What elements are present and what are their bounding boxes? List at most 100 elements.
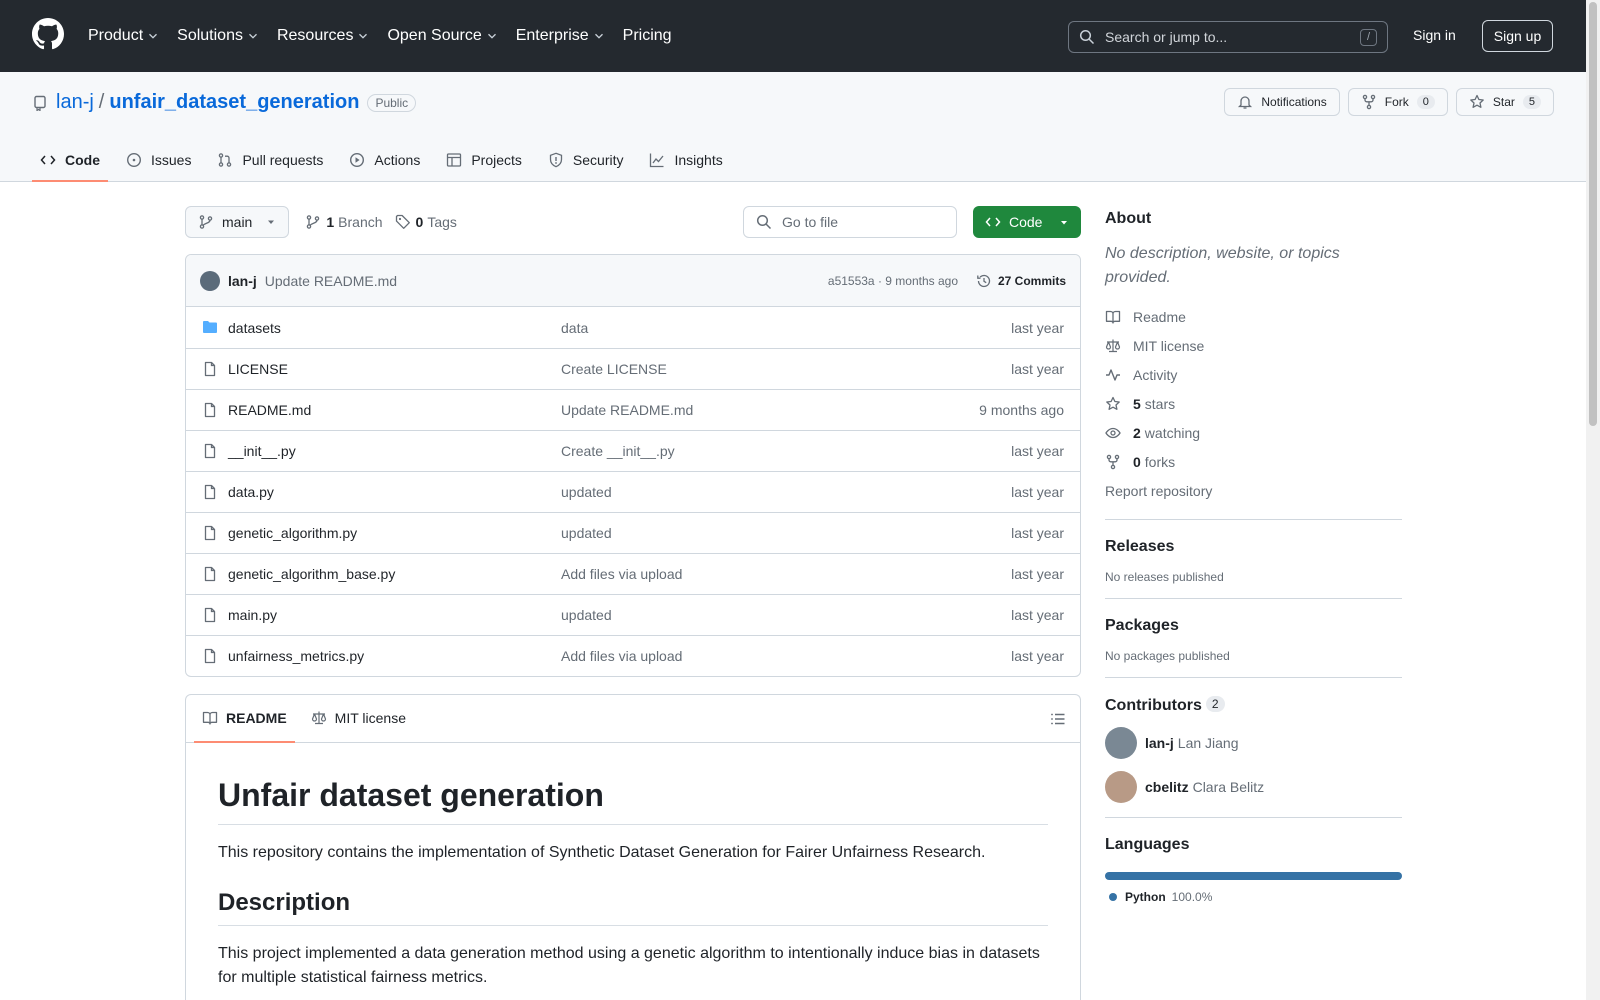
file-name-link[interactable]: data.py	[228, 484, 274, 500]
branches-link[interactable]: 1 Branch	[326, 214, 382, 230]
stars-link[interactable]: 5 stars	[1105, 389, 1402, 418]
file-row[interactable]: LICENSE Create LICENSE last year	[186, 348, 1080, 389]
license-link[interactable]: MIT license	[1105, 331, 1402, 360]
file-name-link[interactable]: datasets	[228, 320, 281, 336]
shield-icon	[549, 152, 563, 167]
file-name-link[interactable]: genetic_algorithm_base.py	[228, 566, 395, 582]
file-row[interactable]: README.md Update README.md 9 months ago	[186, 389, 1080, 430]
commit-message[interactable]: Update README.md	[265, 273, 397, 289]
nav-resources[interactable]: Resources	[277, 27, 370, 45]
file-name-link[interactable]: __init__.py	[228, 443, 296, 459]
branch-selector[interactable]: main	[185, 206, 290, 238]
tab-security-label: Security	[572, 151, 624, 168]
nav-solutions-label: Solutions	[177, 27, 243, 44]
star-icon	[1106, 396, 1120, 410]
fork-icon	[1106, 454, 1120, 469]
divider	[1105, 519, 1402, 520]
file-commit-date: last year	[1011, 443, 1064, 459]
repo-name-link[interactable]: unfair_dataset_generation	[109, 91, 359, 114]
tab-mit-license[interactable]: MIT license	[303, 695, 414, 742]
forks-link[interactable]: 0 forks	[1105, 447, 1402, 476]
tab-actions[interactable]: Actions	[341, 137, 428, 182]
releases-empty: No releases published	[1105, 570, 1224, 584]
star-button[interactable]: Star 5	[1455, 88, 1554, 116]
readme-link[interactable]: Readme	[1105, 302, 1402, 331]
page-scrollbar[interactable]	[1586, 0, 1600, 1000]
watchers-link[interactable]: 2 watching	[1105, 418, 1402, 447]
file-name-link[interactable]: genetic_algorithm.py	[228, 525, 357, 541]
file-name-link[interactable]: main.py	[228, 607, 277, 623]
scrollbar-thumb[interactable]	[1589, 2, 1597, 426]
branch-name: main	[222, 214, 253, 230]
nav-product[interactable]: Product	[88, 27, 160, 45]
nav-pricing[interactable]: Pricing	[623, 27, 672, 45]
search-input[interactable]: Search or jump to... /	[1068, 21, 1388, 53]
forks-label: forks	[1144, 453, 1176, 470]
file-commit-message[interactable]: Add files via upload	[561, 648, 682, 664]
tab-pull-requests[interactable]: Pull requests	[209, 137, 331, 182]
nav-enterprise[interactable]: Enterprise	[516, 27, 606, 45]
file-name-link[interactable]: README.md	[228, 402, 311, 418]
contributors-heading[interactable]: Contributors 2	[1105, 696, 1402, 715]
file-commit-message[interactable]: updated	[561, 607, 612, 623]
file-commit-message[interactable]: Create __init__.py	[561, 443, 675, 459]
activity-link[interactable]: Activity	[1105, 360, 1402, 389]
file-row[interactable]: data.py updated last year	[186, 471, 1080, 512]
file-row[interactable]: genetic_algorithm.py updated last year	[186, 512, 1080, 553]
repo-owner-link[interactable]: lan-j	[56, 91, 94, 114]
file-name-link[interactable]: LICENSE	[228, 361, 288, 377]
file-row[interactable]: genetic_algorithm_base.py Add files via u…	[186, 553, 1080, 594]
commit-sha-time[interactable]: a51553a · 9 months ago	[828, 274, 958, 288]
github-logo-icon[interactable]	[32, 18, 64, 50]
contributor-name: Lan Jiang	[1177, 735, 1239, 751]
file-row[interactable]: unfairness_metrics.py Add files via uploa…	[186, 635, 1080, 676]
commits-link[interactable]: 27 Commits	[976, 273, 1066, 289]
language-item[interactable]: Python 100.0%	[1105, 890, 1402, 904]
file-commit-message[interactable]: Create LICENSE	[561, 361, 667, 377]
file-row[interactable]: __init__.py Create __init__.py last year	[186, 430, 1080, 471]
code-dropdown-button[interactable]: Code	[973, 206, 1081, 238]
tab-security[interactable]: Security	[540, 137, 632, 182]
table-of-contents-icon[interactable]	[1050, 711, 1066, 727]
chevron-down-icon	[487, 33, 496, 39]
nav-solutions[interactable]: Solutions	[177, 27, 260, 45]
file-commit-message[interactable]: data	[561, 320, 588, 336]
tags-link[interactable]: 0 Tags	[416, 214, 457, 230]
tab-readme[interactable]: README	[194, 695, 295, 743]
avatar[interactable]	[200, 270, 220, 291]
nav-open-source[interactable]: Open Source	[387, 27, 498, 45]
fork-button[interactable]: Fork 0	[1347, 88, 1448, 116]
about-heading: About	[1105, 210, 1152, 227]
global-header: Product Solutions Resources Open Source …	[0, 0, 1600, 72]
readme-description-heading: Description	[218, 865, 1048, 926]
go-to-file-input[interactable]: Go to file	[743, 206, 957, 238]
sign-in-link[interactable]: Sign in	[1413, 27, 1456, 43]
language-percent: 100.0%	[1171, 890, 1213, 904]
nav-resources-label: Resources	[276, 27, 354, 44]
file-name-link[interactable]: unfairness_metrics.py	[228, 648, 364, 664]
contributor-item[interactable]: cbelitz Clara Belitz	[1105, 771, 1402, 803]
file-commit-message[interactable]: updated	[561, 525, 612, 541]
contributor-login: lan-j	[1145, 735, 1174, 751]
tab-issues[interactable]: Issues	[118, 137, 199, 182]
tab-code[interactable]: Code	[32, 137, 108, 182]
pulse-icon	[1106, 368, 1120, 381]
watching-count: 2	[1133, 424, 1141, 441]
branch-count-label: Branch	[338, 214, 383, 230]
contributor-name: Clara Belitz	[1192, 779, 1265, 795]
report-repository-link[interactable]: Report repository	[1105, 476, 1402, 505]
commit-author[interactable]: lan-j	[228, 273, 257, 289]
notifications-button[interactable]: Notifications	[1224, 88, 1340, 116]
file-commit-message[interactable]: Update README.md	[561, 402, 693, 418]
divider	[1105, 817, 1402, 818]
tab-insights[interactable]: Insights	[641, 137, 730, 182]
file-commit-message[interactable]: updated	[561, 484, 612, 500]
contributor-item[interactable]: lan-j Lan Jiang	[1105, 727, 1402, 759]
tab-projects[interactable]: Projects	[438, 137, 530, 182]
file-commit-message[interactable]: Add files via upload	[561, 566, 682, 582]
packages-heading[interactable]: Packages	[1105, 617, 1402, 635]
file-row[interactable]: main.py updated last year	[186, 594, 1080, 635]
sign-up-button[interactable]: Sign up	[1482, 20, 1553, 52]
file-row[interactable]: datasets data last year	[186, 307, 1080, 348]
releases-heading[interactable]: Releases	[1105, 538, 1402, 556]
